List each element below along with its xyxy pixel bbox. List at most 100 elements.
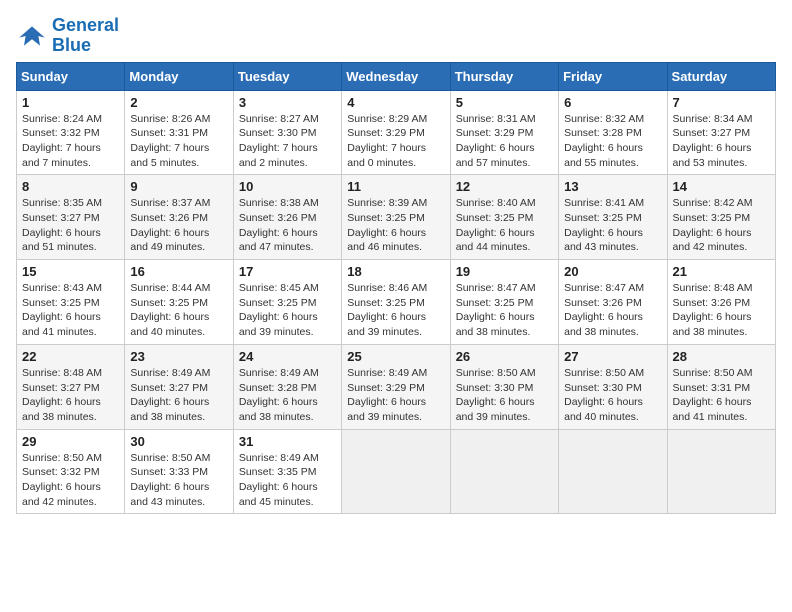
calendar-cell: 22Sunrise: 8:48 AM Sunset: 3:27 PM Dayli…	[17, 344, 125, 429]
calendar-cell: 29 Sunrise: 8:50 AM Sunset: 3:32 PM Dayli…	[17, 429, 125, 514]
day-number: 30	[130, 434, 227, 449]
calendar-cell: 1 Sunrise: 8:24 AM Sunset: 3:32 PM Daylig…	[17, 90, 125, 175]
calendar-cell	[342, 429, 450, 514]
calendar-cell	[667, 429, 775, 514]
calendar-cell: 8Sunrise: 8:35 AM Sunset: 3:27 PM Daylig…	[17, 175, 125, 260]
day-header-thursday: Thursday	[450, 62, 558, 90]
day-number: 5	[456, 95, 553, 110]
calendar-week-row: 29 Sunrise: 8:50 AM Sunset: 3:32 PM Dayli…	[17, 429, 776, 514]
calendar-cell: 5 Sunrise: 8:31 AM Sunset: 3:29 PM Daylig…	[450, 90, 558, 175]
day-header-monday: Monday	[125, 62, 233, 90]
calendar-cell: 24 Sunrise: 8:49 AM Sunset: 3:28 PM Dayli…	[233, 344, 341, 429]
calendar-cell	[559, 429, 667, 514]
day-detail: Sunrise: 8:50 AM Sunset: 3:32 PM Dayligh…	[22, 451, 119, 510]
day-number: 29	[22, 434, 119, 449]
day-number: 18	[347, 264, 444, 279]
calendar-cell: 20Sunrise: 8:47 AM Sunset: 3:26 PM Dayli…	[559, 260, 667, 345]
calendar-week-row: 15 Sunrise: 8:43 AM Sunset: 3:25 PM Dayli…	[17, 260, 776, 345]
day-detail: Sunrise: 8:48 AM Sunset: 3:26 PM Dayligh…	[673, 281, 770, 340]
day-header-friday: Friday	[559, 62, 667, 90]
day-detail: Sunrise: 8:46 AM Sunset: 3:25 PM Dayligh…	[347, 281, 444, 340]
calendar-cell: 7Sunrise: 8:34 AM Sunset: 3:27 PM Daylig…	[667, 90, 775, 175]
day-number: 23	[130, 349, 227, 364]
day-number: 15	[22, 264, 119, 279]
day-detail: Sunrise: 8:40 AM Sunset: 3:25 PM Dayligh…	[456, 196, 553, 255]
calendar-cell: 27 Sunrise: 8:50 AM Sunset: 3:30 PM Dayli…	[559, 344, 667, 429]
day-number: 28	[673, 349, 770, 364]
day-header-tuesday: Tuesday	[233, 62, 341, 90]
calendar-cell: 26 Sunrise: 8:50 AM Sunset: 3:30 PM Dayli…	[450, 344, 558, 429]
day-detail: Sunrise: 8:50 AM Sunset: 3:30 PM Dayligh…	[456, 366, 553, 425]
calendar-cell: 25 Sunrise: 8:49 AM Sunset: 3:29 PM Dayli…	[342, 344, 450, 429]
day-header-wednesday: Wednesday	[342, 62, 450, 90]
day-number: 26	[456, 349, 553, 364]
day-detail: Sunrise: 8:31 AM Sunset: 3:29 PM Dayligh…	[456, 112, 553, 171]
day-number: 12	[456, 179, 553, 194]
day-detail: Sunrise: 8:34 AM Sunset: 3:27 PM Dayligh…	[673, 112, 770, 171]
day-number: 19	[456, 264, 553, 279]
calendar-cell: 10Sunrise: 8:38 AM Sunset: 3:26 PM Dayli…	[233, 175, 341, 260]
calendar-cell: 23 Sunrise: 8:49 AM Sunset: 3:27 PM Dayli…	[125, 344, 233, 429]
day-detail: Sunrise: 8:43 AM Sunset: 3:25 PM Dayligh…	[22, 281, 119, 340]
calendar-cell: 30 Sunrise: 8:50 AM Sunset: 3:33 PM Dayli…	[125, 429, 233, 514]
day-number: 21	[673, 264, 770, 279]
calendar-week-row: 22Sunrise: 8:48 AM Sunset: 3:27 PM Dayli…	[17, 344, 776, 429]
day-detail: Sunrise: 8:42 AM Sunset: 3:25 PM Dayligh…	[673, 196, 770, 255]
day-header-sunday: Sunday	[17, 62, 125, 90]
calendar-cell	[450, 429, 558, 514]
calendar-cell: 13 Sunrise: 8:41 AM Sunset: 3:25 PM Dayli…	[559, 175, 667, 260]
day-detail: Sunrise: 8:49 AM Sunset: 3:29 PM Dayligh…	[347, 366, 444, 425]
day-detail: Sunrise: 8:50 AM Sunset: 3:30 PM Dayligh…	[564, 366, 661, 425]
day-detail: Sunrise: 8:27 AM Sunset: 3:30 PM Dayligh…	[239, 112, 336, 171]
day-number: 14	[673, 179, 770, 194]
day-number: 13	[564, 179, 661, 194]
calendar-cell: 17 Sunrise: 8:45 AM Sunset: 3:25 PM Dayli…	[233, 260, 341, 345]
day-number: 17	[239, 264, 336, 279]
day-number: 2	[130, 95, 227, 110]
day-detail: Sunrise: 8:29 AM Sunset: 3:29 PM Dayligh…	[347, 112, 444, 171]
calendar-cell: 31Sunrise: 8:49 AM Sunset: 3:35 PM Dayli…	[233, 429, 341, 514]
calendar-cell: 11Sunrise: 8:39 AM Sunset: 3:25 PM Dayli…	[342, 175, 450, 260]
logo-icon	[16, 20, 48, 52]
calendar-cell: 9Sunrise: 8:37 AM Sunset: 3:26 PM Daylig…	[125, 175, 233, 260]
calendar-cell: 19Sunrise: 8:47 AM Sunset: 3:25 PM Dayli…	[450, 260, 558, 345]
calendar-cell: 3 Sunrise: 8:27 AM Sunset: 3:30 PM Daylig…	[233, 90, 341, 175]
day-detail: Sunrise: 8:39 AM Sunset: 3:25 PM Dayligh…	[347, 196, 444, 255]
calendar-cell: 15 Sunrise: 8:43 AM Sunset: 3:25 PM Dayli…	[17, 260, 125, 345]
logo: General Blue	[16, 16, 119, 56]
day-detail: Sunrise: 8:49 AM Sunset: 3:28 PM Dayligh…	[239, 366, 336, 425]
calendar-cell: 2Sunrise: 8:26 AM Sunset: 3:31 PM Daylig…	[125, 90, 233, 175]
calendar-cell: 12 Sunrise: 8:40 AM Sunset: 3:25 PM Dayli…	[450, 175, 558, 260]
calendar-cell: 18 Sunrise: 8:46 AM Sunset: 3:25 PM Dayli…	[342, 260, 450, 345]
day-detail: Sunrise: 8:50 AM Sunset: 3:33 PM Dayligh…	[130, 451, 227, 510]
calendar-cell: 6Sunrise: 8:32 AM Sunset: 3:28 PM Daylig…	[559, 90, 667, 175]
calendar-table: SundayMondayTuesdayWednesdayThursdayFrid…	[16, 62, 776, 515]
day-detail: Sunrise: 8:24 AM Sunset: 3:32 PM Dayligh…	[22, 112, 119, 171]
day-number: 4	[347, 95, 444, 110]
day-number: 8	[22, 179, 119, 194]
day-detail: Sunrise: 8:48 AM Sunset: 3:27 PM Dayligh…	[22, 366, 119, 425]
day-detail: Sunrise: 8:41 AM Sunset: 3:25 PM Dayligh…	[564, 196, 661, 255]
calendar-header-row: SundayMondayTuesdayWednesdayThursdayFrid…	[17, 62, 776, 90]
day-number: 3	[239, 95, 336, 110]
day-header-saturday: Saturday	[667, 62, 775, 90]
day-number: 1	[22, 95, 119, 110]
calendar-cell: 21 Sunrise: 8:48 AM Sunset: 3:26 PM Dayli…	[667, 260, 775, 345]
calendar-cell: 4 Sunrise: 8:29 AM Sunset: 3:29 PM Daylig…	[342, 90, 450, 175]
day-number: 27	[564, 349, 661, 364]
day-number: 6	[564, 95, 661, 110]
calendar-week-row: 8Sunrise: 8:35 AM Sunset: 3:27 PM Daylig…	[17, 175, 776, 260]
day-detail: Sunrise: 8:50 AM Sunset: 3:31 PM Dayligh…	[673, 366, 770, 425]
day-detail: Sunrise: 8:49 AM Sunset: 3:35 PM Dayligh…	[239, 451, 336, 510]
calendar-week-row: 1 Sunrise: 8:24 AM Sunset: 3:32 PM Daylig…	[17, 90, 776, 175]
day-detail: Sunrise: 8:49 AM Sunset: 3:27 PM Dayligh…	[130, 366, 227, 425]
day-number: 10	[239, 179, 336, 194]
calendar-cell: 14 Sunrise: 8:42 AM Sunset: 3:25 PM Dayli…	[667, 175, 775, 260]
day-number: 25	[347, 349, 444, 364]
page-header: General Blue	[16, 16, 776, 56]
day-number: 20	[564, 264, 661, 279]
day-detail: Sunrise: 8:44 AM Sunset: 3:25 PM Dayligh…	[130, 281, 227, 340]
day-number: 24	[239, 349, 336, 364]
day-number: 16	[130, 264, 227, 279]
day-detail: Sunrise: 8:45 AM Sunset: 3:25 PM Dayligh…	[239, 281, 336, 340]
